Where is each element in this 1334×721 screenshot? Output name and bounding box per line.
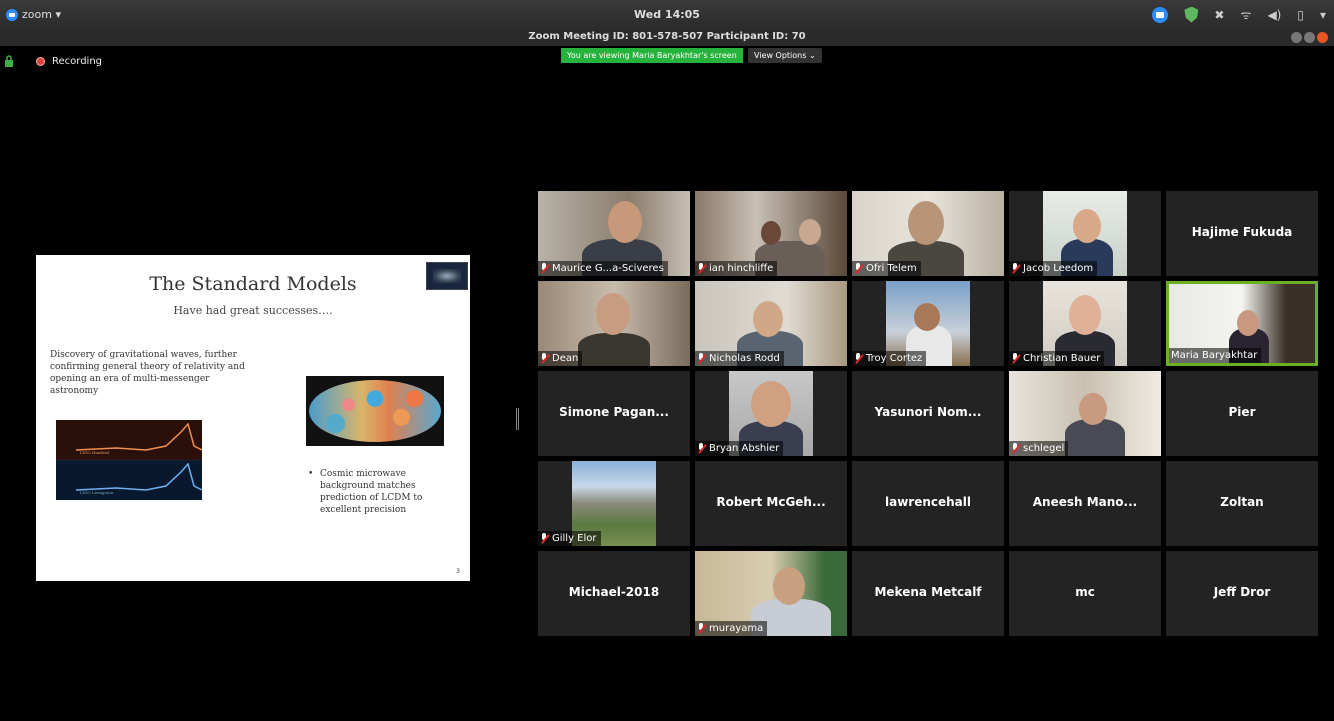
participant-name-label: ian hinchliffe — [695, 261, 778, 276]
participant-tile[interactable]: lawrencehall — [852, 461, 1004, 546]
participant-name-label: Gilly Elor — [538, 531, 601, 546]
split-view-handle[interactable] — [516, 408, 519, 430]
participant-name: Zoltan — [1220, 495, 1264, 509]
participant-tile[interactable]: mc — [1009, 551, 1161, 636]
mic-muted-icon — [1011, 263, 1020, 274]
mic-muted-icon — [697, 443, 706, 454]
participant-tile[interactable]: schlegel — [1009, 371, 1161, 456]
gravitational-wave-plot-image: LIGO Hanford LIGO Livingston — [56, 420, 202, 500]
slide-cmb-bullet: • Cosmic microwave background matches pr… — [308, 468, 448, 516]
cmb-map-image — [306, 376, 444, 446]
participant-name: Michael-2018 — [568, 585, 660, 599]
mic-muted-icon — [540, 533, 549, 544]
gw-waveform-graphic — [56, 422, 202, 491]
minimize-button[interactable] — [1291, 32, 1302, 43]
zoom-tray-icon[interactable] — [1152, 6, 1169, 23]
window-controls — [1291, 32, 1328, 43]
battery-icon[interactable]: ▯ — [1297, 8, 1304, 22]
system-clock[interactable]: Wed 14:05 — [0, 8, 1334, 21]
galaxy-thumbnail-image — [426, 262, 468, 290]
participant-name: Pier — [1228, 405, 1256, 419]
meeting-title-bar: Zoom Meeting ID: 801-578-507 Participant… — [0, 30, 1334, 46]
participant-name-label: Ofri Telem — [852, 261, 921, 276]
participant-name: Jeff Dror — [1213, 585, 1271, 599]
dropbox-icon[interactable]: ✖ — [1214, 8, 1224, 22]
participant-name-label: Dean — [538, 351, 583, 366]
recording-dot-icon — [36, 57, 45, 66]
participant-name: Yasunori Nom... — [874, 405, 982, 419]
participant-name-label: Troy Cortez — [852, 351, 927, 366]
participant-name: Aneesh Mano... — [1032, 495, 1138, 509]
participant-tile[interactable]: Ofri Telem — [852, 191, 1004, 276]
participant-tile[interactable]: Michael-2018 — [538, 551, 690, 636]
meeting-title: Zoom Meeting ID: 801-578-507 Participant… — [528, 31, 806, 42]
slide-title: The Standard Models — [149, 273, 357, 295]
system-tray: ✖ ᯤ ◀) ▯ ▾ — [1152, 6, 1326, 23]
participant-name: Robert McGeh... — [716, 495, 826, 509]
participant-tile[interactable]: ian hinchliffe — [695, 191, 847, 276]
participant-name-label: Jacob Leedom — [1009, 261, 1098, 276]
participant-gallery: Maurice G...a-Sciveres ian hinchliffe Of… — [538, 191, 1324, 641]
participant-tile[interactable]: Jacob Leedom — [1009, 191, 1161, 276]
participant-name: Hajime Fukuda — [1191, 225, 1293, 239]
participant-tile[interactable]: Jeff Dror — [1166, 551, 1318, 636]
mic-muted-icon — [540, 353, 549, 364]
mic-muted-icon — [854, 353, 863, 364]
gw-hanford-label: LIGO Hanford — [80, 450, 109, 455]
mic-muted-icon — [697, 263, 706, 274]
slide-gw-text: Discovery of gravitational waves, furthe… — [50, 350, 245, 396]
participant-tile[interactable]: Robert McGeh... — [695, 461, 847, 546]
participant-name-label: Maurice G...a-Sciveres — [538, 261, 668, 276]
participant-name-label: Bryan Abshier — [695, 441, 784, 456]
mic-muted-icon — [1011, 443, 1020, 454]
volume-icon[interactable]: ◀) — [1267, 8, 1281, 22]
participant-tile[interactable]: Simone Pagan... — [538, 371, 690, 456]
wifi-icon[interactable]: ᯤ — [1240, 6, 1251, 23]
participant-tile[interactable]: Pier — [1166, 371, 1318, 456]
encryption-lock-icon[interactable] — [4, 55, 14, 67]
participant-tile[interactable]: Gilly Elor — [538, 461, 690, 546]
slide-page-number: 3 — [456, 568, 460, 575]
participant-name: Simone Pagan... — [559, 405, 669, 419]
participant-name-label: murayama — [695, 621, 768, 636]
viewing-screen-banner: You are viewing Maria Baryakhtar's scree… — [561, 48, 743, 63]
participant-tile[interactable]: Zoltan — [1166, 461, 1318, 546]
menu-chevron-icon[interactable]: ▾ — [1320, 8, 1326, 22]
participant-name-label: schlegel — [1009, 441, 1069, 456]
participant-name-label: Christian Bauer — [1009, 351, 1105, 366]
participant-tile[interactable]: Hajime Fukuda — [1166, 191, 1318, 276]
participant-tile[interactable]: Nicholas Rodd — [695, 281, 847, 366]
participant-name: mc — [1075, 585, 1095, 599]
slide-cmb-text: Cosmic microwave background matches pred… — [320, 469, 423, 515]
participant-tile[interactable]: Aneesh Mano... — [1009, 461, 1161, 546]
shared-screen-slide: The Standard Models Have had great succe… — [36, 255, 470, 581]
participant-name-label: Nicholas Rodd — [695, 351, 784, 366]
view-options-button[interactable]: View Options ⌄ — [748, 48, 822, 63]
mic-muted-icon — [697, 353, 706, 364]
participant-tile[interactable]: Maurice G...a-Sciveres — [538, 191, 690, 276]
participant-tile[interactable]: murayama — [695, 551, 847, 636]
slide-subtitle: Have had great successes…. — [173, 304, 333, 317]
mic-muted-icon — [854, 263, 863, 274]
mic-muted-icon — [540, 263, 549, 274]
participant-name: Mekena Metcalf — [874, 585, 982, 599]
participant-tile[interactable]: Mekena Metcalf — [852, 551, 1004, 636]
active-speaker-tile[interactable]: Maria Baryakhtar — [1166, 281, 1318, 366]
maximize-button[interactable] — [1304, 32, 1315, 43]
participant-tile[interactable]: Troy Cortez — [852, 281, 1004, 366]
recording-label[interactable]: Recording — [52, 56, 102, 67]
mic-muted-icon — [1011, 353, 1020, 364]
mic-muted-icon — [697, 623, 706, 634]
participant-name-label: Maria Baryakhtar — [1169, 348, 1262, 363]
bullet-mark: • — [308, 469, 314, 479]
close-button[interactable] — [1317, 32, 1328, 43]
participant-name: lawrencehall — [884, 495, 971, 509]
participant-tile[interactable]: Bryan Abshier — [695, 371, 847, 456]
participant-tile[interactable]: Yasunori Nom... — [852, 371, 1004, 456]
system-top-bar: zoom ▾ Wed 14:05 ✖ ᯤ ◀) ▯ ▾ — [0, 0, 1334, 31]
shield-icon[interactable] — [1184, 6, 1199, 23]
participant-tile[interactable]: Dean — [538, 281, 690, 366]
gw-livingston-label: LIGO Livingston — [80, 490, 114, 495]
participant-tile[interactable]: Christian Bauer — [1009, 281, 1161, 366]
